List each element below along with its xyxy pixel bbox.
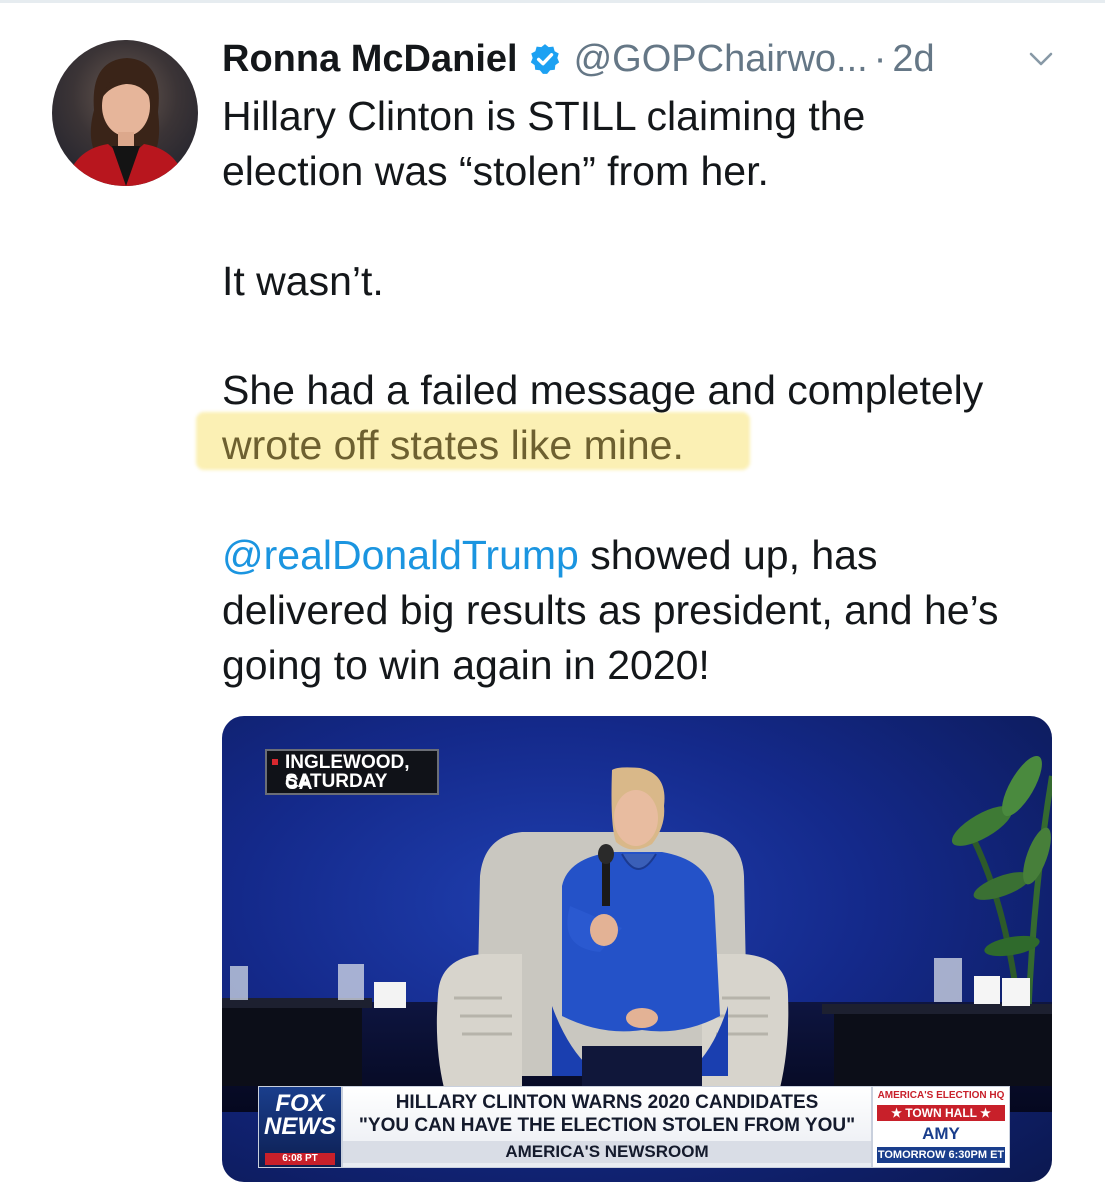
tweet-text-line: delivered big results as president, and … — [222, 587, 999, 633]
tweet-header: Ronna McDaniel @GOPChairwo... · 2d — [222, 34, 935, 84]
tweet-text-highlighted: wrote off states like mine. — [222, 422, 684, 468]
location-line-2: SATURDAY — [285, 771, 388, 792]
tweet-text-line: Hillary Clinton is STILL claiming the — [222, 93, 866, 139]
news-lower-third: FOX NEWS 6:08 PT HILLARY CLINTON WARNS 2… — [258, 1086, 1010, 1168]
logo-line-2: NEWS — [264, 1113, 336, 1140]
chevron-down-icon[interactable] — [1026, 44, 1056, 74]
promo-line-4: TOMORROW 6:30PM ET — [877, 1147, 1005, 1163]
mention-link[interactable]: @realDonaldTrump — [222, 532, 579, 578]
avatar[interactable] — [52, 40, 198, 186]
author-name[interactable]: Ronna McDaniel — [222, 38, 518, 81]
tweet-text-line: It wasn’t. — [222, 258, 384, 304]
town-hall-promo: AMERICA'S ELECTION HQ ★ TOWN HALL ★ AMY … — [872, 1086, 1010, 1168]
tweet-text-line: She had a failed message and completely — [222, 367, 984, 413]
logo-time: 6:08 PT — [265, 1153, 335, 1165]
headline-banner: HILLARY CLINTON WARNS 2020 CANDIDATES "Y… — [342, 1086, 872, 1168]
verified-badge-icon — [530, 44, 559, 74]
tweet-text-line: election was “stolen” from her. — [222, 148, 769, 194]
network-logo: FOX NEWS 6:08 PT — [258, 1086, 342, 1168]
separator-dot: · — [873, 37, 887, 80]
live-marker — [272, 759, 278, 765]
tweet-text-line: @realDonaldTrump showed up, has — [222, 527, 877, 583]
video-media[interactable]: INGLEWOOD, CA SATURDAY FOX NEWS 6:08 PT … — [222, 716, 1052, 1182]
headline-line-1: HILLARY CLINTON WARNS 2020 CANDIDATES — [395, 1092, 819, 1113]
top-divider — [0, 0, 1105, 3]
headline-line-2: "YOU CAN HAVE THE ELECTION STOLEN FROM Y… — [358, 1115, 856, 1136]
tweet-text-line: going to win again in 2020! — [222, 642, 710, 688]
timestamp[interactable]: 2d — [892, 38, 934, 81]
avatar-portrait — [66, 58, 186, 186]
program-name: AMERICA'S NEWSROOM — [343, 1141, 871, 1163]
tweet-text-fragment: showed up, has — [578, 532, 878, 578]
promo-line-1: AMERICA'S ELECTION HQ — [877, 1090, 1005, 1101]
location-tag: INGLEWOOD, CA SATURDAY — [265, 749, 439, 795]
promo-line-2: ★ TOWN HALL ★ — [877, 1105, 1005, 1121]
author-handle[interactable]: @GOPChairwo... — [574, 38, 868, 81]
